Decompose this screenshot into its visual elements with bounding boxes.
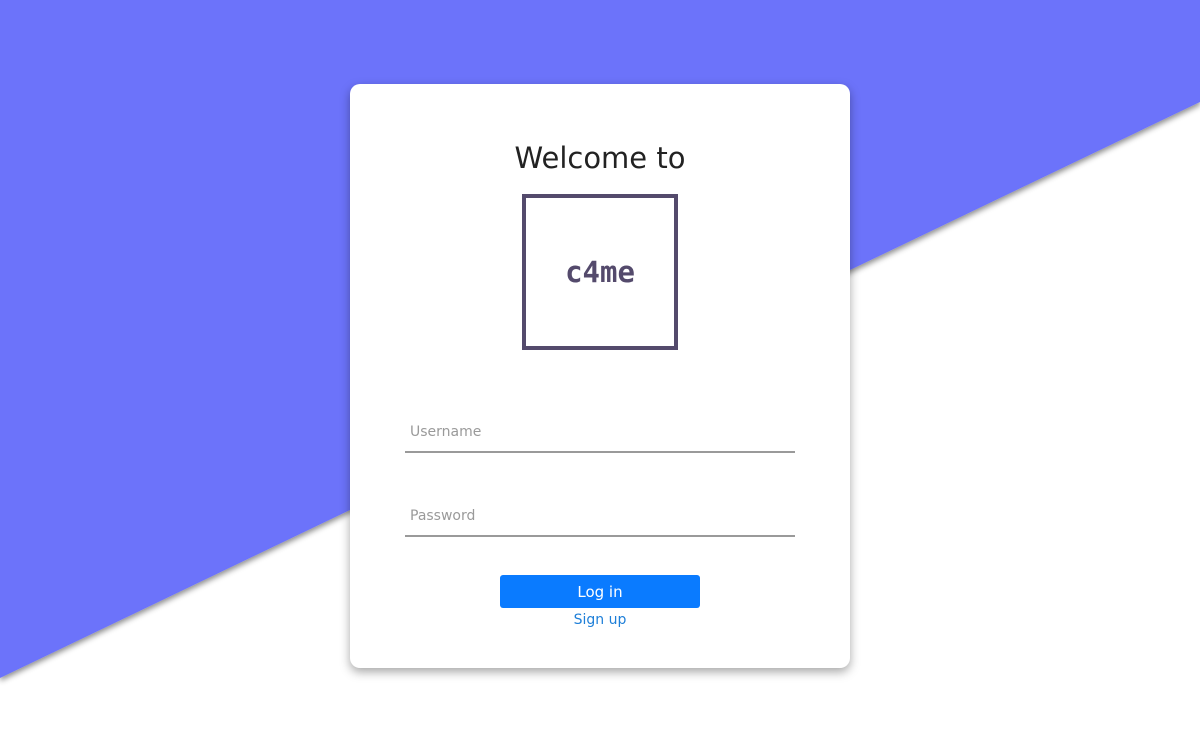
app-logo: c4me: [522, 194, 678, 350]
welcome-heading: Welcome to: [514, 141, 686, 175]
login-page: Welcome to c4me Log in Sign up: [0, 0, 1200, 750]
logo-text: c4me: [565, 255, 635, 289]
login-card: Welcome to c4me Log in Sign up: [350, 84, 850, 668]
username-input[interactable]: [405, 413, 795, 453]
login-button[interactable]: Log in: [500, 575, 700, 608]
signup-link[interactable]: Sign up: [350, 610, 850, 630]
password-input[interactable]: [405, 497, 795, 537]
